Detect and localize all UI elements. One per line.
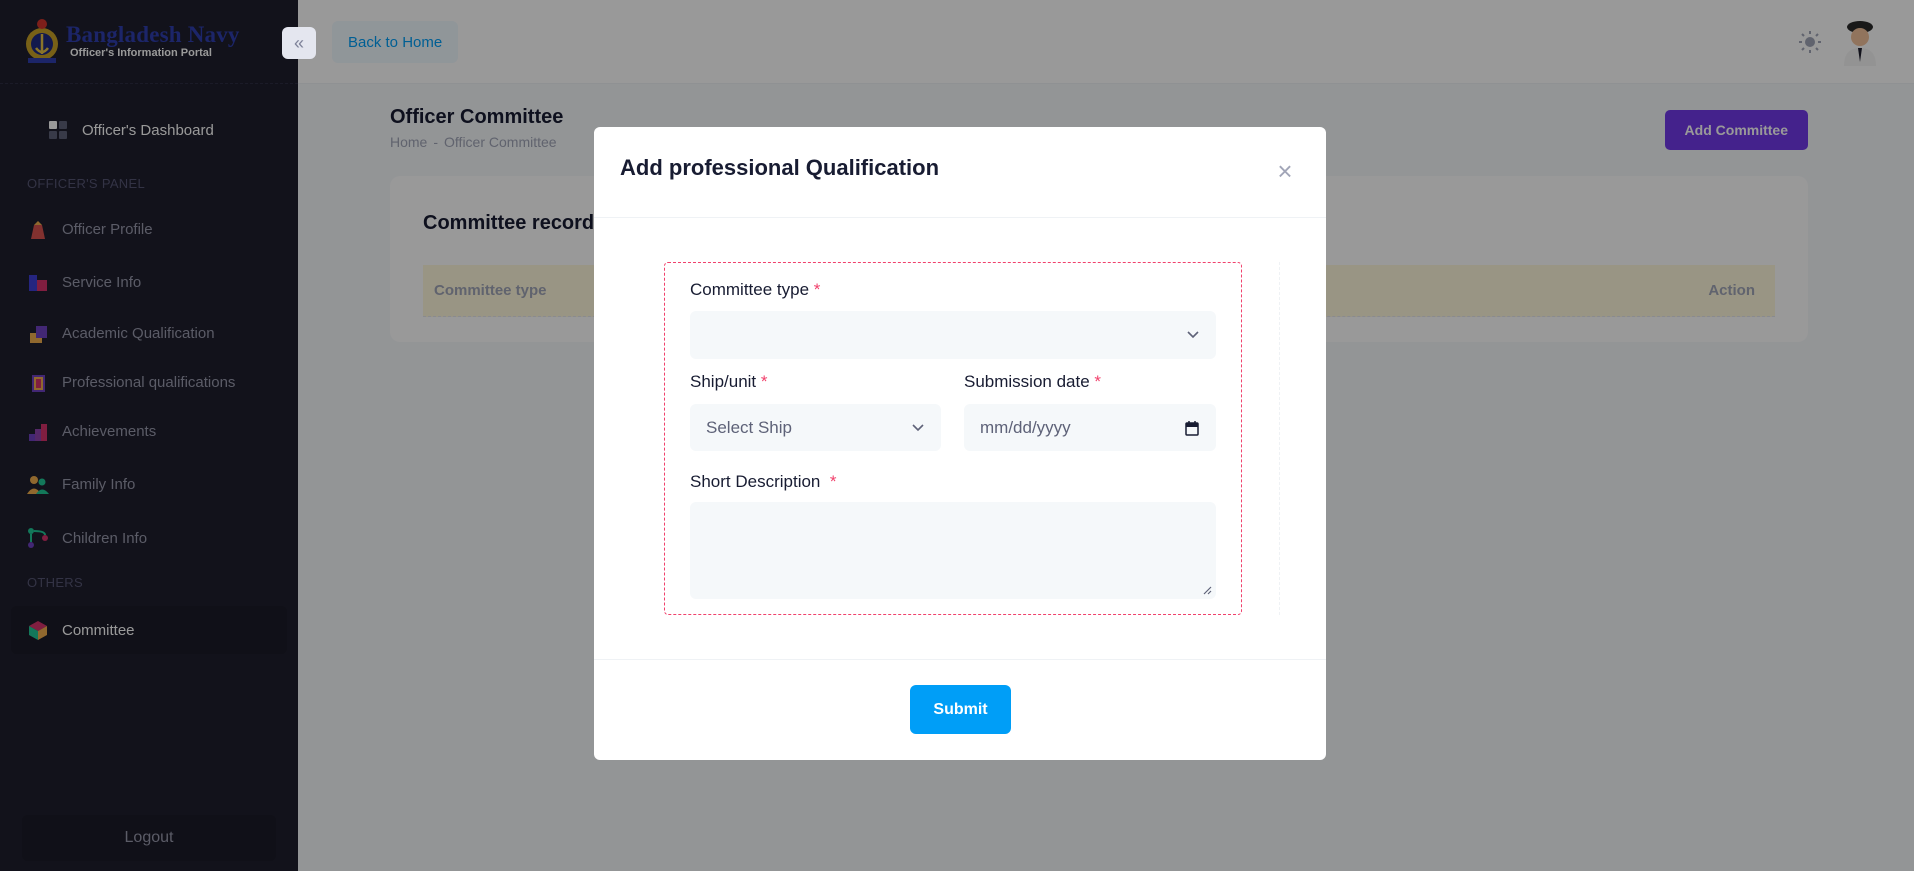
required-mark: *: [829, 472, 837, 491]
submit-button[interactable]: Submit: [910, 685, 1011, 734]
modal-title: Add professional Qualification: [620, 155, 940, 180]
required-mark: *: [813, 280, 821, 299]
resize-handle-icon[interactable]: [1202, 585, 1212, 595]
submission-date-input[interactable]: mm/dd/yyyy: [964, 404, 1216, 451]
scrollbar-track: [1279, 262, 1280, 615]
short-description-textarea[interactable]: [690, 502, 1216, 599]
ship-select-value: Select Ship: [706, 417, 792, 437]
close-icon[interactable]: ×: [1274, 158, 1296, 184]
required-mark: *: [1094, 372, 1102, 391]
label-text: Submission date: [964, 372, 1090, 391]
modal-footer: Submit: [594, 659, 1326, 760]
committee-type-label: Committee type *: [690, 280, 820, 300]
chevron-down-icon: [912, 423, 924, 431]
required-mark: *: [760, 372, 768, 391]
label-text: Ship/unit: [690, 372, 757, 391]
label-text: Committee type: [690, 280, 810, 299]
committee-type-select[interactable]: [690, 311, 1216, 359]
modal-header: Add professional Qualification ×: [594, 127, 1326, 218]
add-qualification-modal: Add professional Qualification × Committ…: [594, 127, 1326, 760]
double-chevron-left-icon: «: [293, 32, 304, 53]
sidebar-collapse-button[interactable]: «: [282, 27, 316, 59]
date-placeholder: mm/dd/yyyy: [980, 417, 1071, 437]
label-text: Short Description: [690, 472, 821, 491]
ship-unit-label: Ship/unit *: [690, 372, 768, 392]
calendar-icon[interactable]: [1185, 420, 1199, 436]
chevron-down-icon: [1187, 331, 1199, 339]
short-description-label: Short Description *: [690, 472, 836, 492]
submission-date-label: Submission date *: [964, 372, 1101, 392]
ship-select[interactable]: Select Ship: [690, 404, 941, 451]
